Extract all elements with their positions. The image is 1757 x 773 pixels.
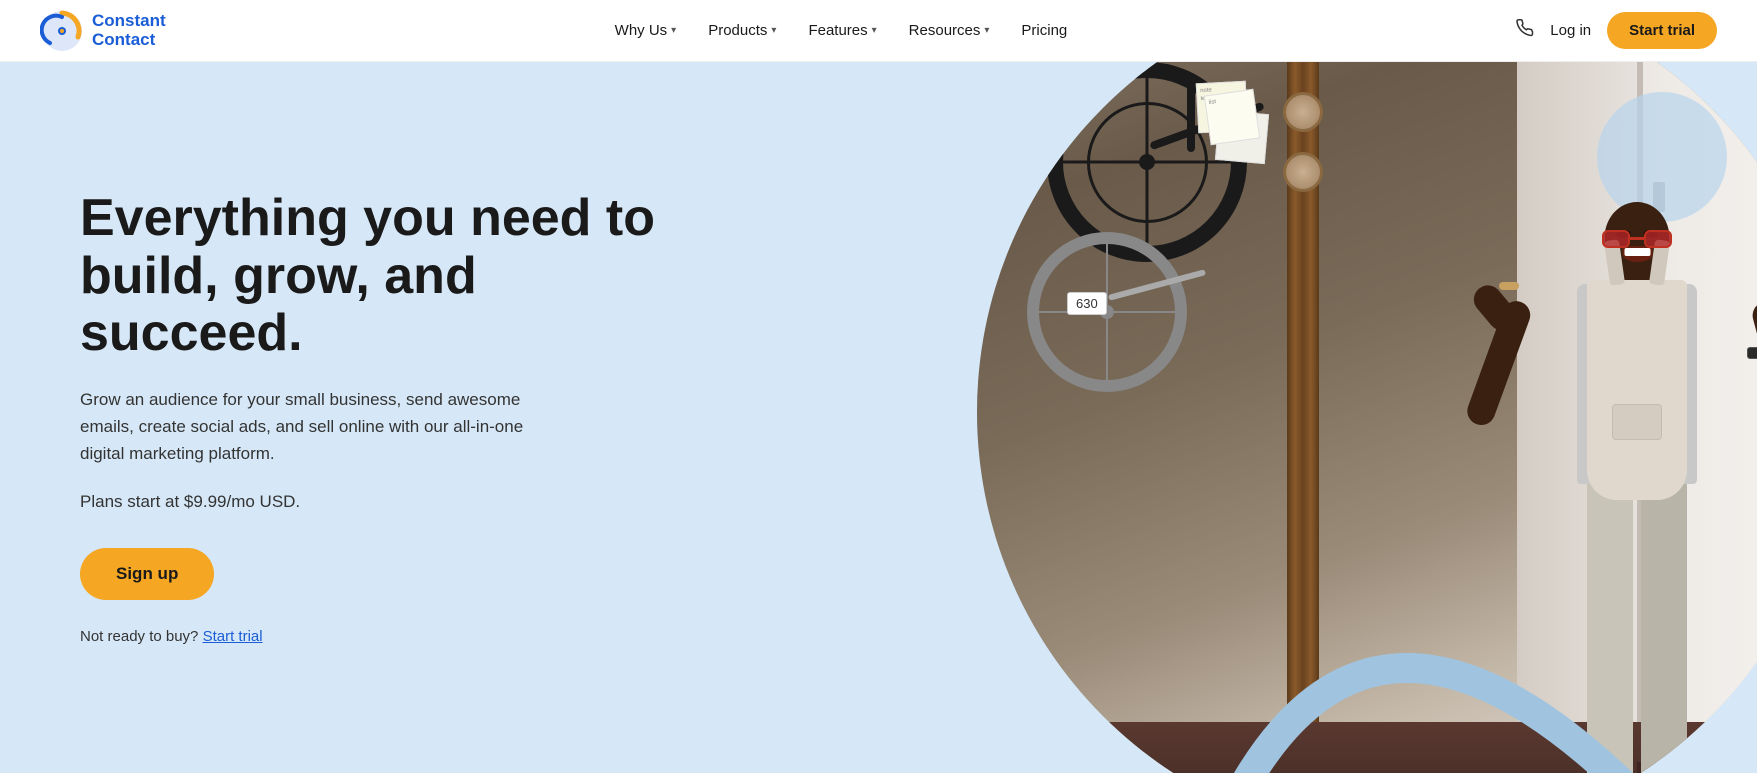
chevron-down-icon: ▾ (872, 25, 877, 36)
hero-bottom-wave (0, 718, 1757, 773)
nav-item-resources[interactable]: Resources ▾ (895, 14, 1004, 47)
nav-item-pricing[interactable]: Pricing (1007, 14, 1081, 47)
nav-item-features[interactable]: Features ▾ (794, 14, 890, 47)
hero-image-area: 630 notetext note list (615, 62, 1757, 773)
not-ready-text: Not ready to buy? Start trial (80, 628, 660, 645)
navbar-right: Log in Start trial (1516, 12, 1717, 49)
chevron-down-icon: ▾ (771, 25, 776, 36)
start-trial-hero-link[interactable]: Start trial (203, 628, 263, 645)
bicycle-2: 630 (1027, 232, 1187, 392)
chevron-down-icon: ▾ (984, 25, 989, 36)
chevron-down-icon: ▾ (671, 25, 676, 36)
brand-logo[interactable]: Constant Contact (40, 9, 166, 53)
signup-button[interactable]: Sign up (80, 548, 214, 600)
hero-title: Everything you need to build, grow, and … (80, 190, 660, 362)
login-link[interactable]: Log in (1550, 22, 1591, 39)
hero-content: Everything you need to build, grow, and … (0, 62, 660, 773)
hero-description: Grow an audience for your small business… (80, 386, 560, 468)
pillar-ornament-1 (1283, 92, 1323, 132)
nav-item-why-us[interactable]: Why Us ▾ (601, 14, 691, 47)
nav-item-products[interactable]: Products ▾ (694, 14, 790, 47)
hero-section: Everything you need to build, grow, and … (0, 62, 1757, 773)
pillar-ornament-2 (1283, 152, 1323, 192)
brand-name: Constant Contact (92, 12, 166, 49)
start-trial-button[interactable]: Start trial (1607, 12, 1717, 49)
main-nav: Why Us ▾ Products ▾ Features ▾ Resources… (601, 14, 1082, 47)
wall-notes: notetext note list (1197, 82, 1277, 182)
navbar: Constant Contact Why Us ▾ Products ▾ Fea… (0, 0, 1757, 62)
hero-price: Plans start at $9.99/mo USD. (80, 492, 660, 512)
phone-icon[interactable] (1516, 19, 1534, 42)
logo-icon (40, 9, 84, 53)
bike-number: 630 (1067, 292, 1107, 315)
